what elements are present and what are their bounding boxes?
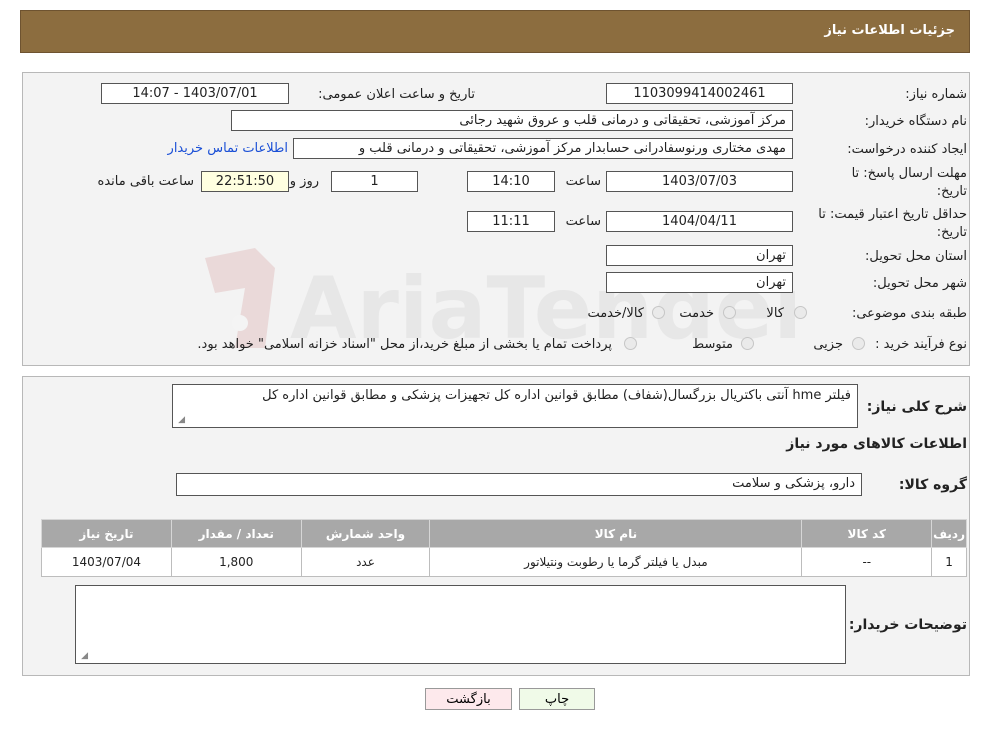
category-option-service: خدمت [679, 306, 714, 321]
price-validity-time-label: ساعت [565, 214, 601, 229]
resize-grip-icon[interactable]: ◢ [79, 652, 88, 661]
col-code: کد کالا [801, 519, 933, 548]
summary-label: شرح کلی نیاز: [866, 399, 967, 415]
process-checkbox-treasury[interactable] [624, 337, 637, 350]
cell-need-date: 1403/07/04 [41, 547, 172, 577]
buyer-org-label: نام دستگاه خریدار: [864, 114, 967, 129]
goods-group-field: دارو، پزشکی و سلامت [176, 473, 862, 496]
col-need-date: تاریخ نیاز [41, 519, 172, 548]
category-option-goods-service: کالا/خدمت [587, 306, 644, 321]
delivery-city-field: تهران [606, 272, 793, 293]
back-button[interactable]: بازگشت [425, 688, 512, 710]
goods-info-title: اطلاعات کالاهای مورد نیاز [786, 436, 967, 452]
delivery-province-label: استان محل تحویل: [865, 249, 967, 264]
subject-category-label: طبقه بندی موضوعی: [851, 306, 967, 321]
page-header: جزئیات اطلاعات نیاز [20, 10, 970, 53]
goods-table: ردیف کد کالا نام کالا واحد شمارش تعداد /… [41, 519, 967, 577]
buyer-notes-textarea: ◢ [75, 585, 846, 664]
treasury-note: پرداخت تمام یا بخشی از مبلغ خرید،از محل … [197, 337, 612, 352]
summary-textarea: فیلتر hme آنتی باکتریال بزرگسال(شفاف) مط… [172, 384, 858, 428]
need-number-field: 1103099414002461 [606, 83, 793, 104]
days-label: روز و [289, 174, 319, 189]
request-creator-label: ایجاد کننده درخواست: [847, 142, 967, 157]
resize-grip-icon[interactable]: ◢ [176, 416, 185, 425]
deadline-label-date: تاریخ: [936, 184, 967, 199]
price-validity-time-field: 11:11 [467, 211, 555, 232]
page-title: جزئیات اطلاعات نیاز [824, 23, 955, 38]
delivery-city-label: شهر محل تحویل: [872, 276, 967, 291]
process-radio-minor[interactable] [852, 337, 865, 350]
need-number-label: شماره نیاز: [905, 87, 967, 102]
announce-date-field: 1403/07/01 - 14:07 [101, 83, 289, 104]
process-option-minor: جزیی [813, 337, 843, 352]
price-validity-date-field: 1404/04/11 [606, 211, 793, 232]
category-radio-service[interactable] [723, 306, 736, 319]
days-remaining-field: 1 [331, 171, 418, 192]
deadline-time-field: 14:10 [467, 171, 555, 192]
purchase-process-label: نوع فرآیند خرید : [875, 337, 967, 352]
deadline-time-label: ساعت [565, 174, 601, 189]
cell-unit: عدد [300, 547, 431, 577]
cell-code: -- [801, 547, 933, 577]
announce-date-label: تاریخ و ساعت اعلان عمومی: [318, 87, 475, 102]
price-validity-label: حداقل تاریخ اعتبار قیمت: تا [818, 207, 967, 222]
buyer-notes-label: توضیحات خریدار: [848, 617, 967, 633]
time-remaining-field: 22:51:50 [201, 171, 289, 192]
process-radio-medium[interactable] [741, 337, 754, 350]
col-row: ردیف [931, 519, 967, 548]
col-name: نام کالا [429, 519, 803, 548]
delivery-province-field: تهران [606, 245, 793, 266]
buyer-org-field: مرکز آموزشی، تحقیقاتی و درمانی قلب و عرو… [231, 110, 793, 131]
table-row: 1 -- مبدل یا فیلتر گرما یا رطوبت ونتیلات… [41, 547, 967, 577]
col-unit: واحد شمارش [300, 519, 431, 548]
cell-row: 1 [931, 547, 967, 577]
col-quantity: تعداد / مقدار [170, 519, 302, 548]
category-radio-goods[interactable] [794, 306, 807, 319]
price-validity-label-date: تاریخ: [936, 225, 967, 240]
buyer-contact-link[interactable]: اطلاعات تماس خریدار [168, 141, 288, 156]
summary-text: فیلتر hme آنتی باکتریال بزرگسال(شفاف) مط… [262, 388, 851, 403]
goods-table-header: ردیف کد کالا نام کالا واحد شمارش تعداد /… [41, 519, 967, 548]
category-radio-goods-service[interactable] [652, 306, 665, 319]
goods-group-label: گروه کالا: [898, 477, 967, 493]
process-option-medium: متوسط [692, 337, 733, 352]
request-creator-field: مهدی مختاری ورنوسفادرانی حسابدار مرکز آم… [293, 138, 793, 159]
deadline-label: مهلت ارسال پاسخ: تا [851, 166, 967, 181]
category-option-goods: کالا [766, 306, 784, 321]
cell-quantity: 1,800 [170, 547, 302, 577]
time-remaining-label: ساعت باقی مانده [97, 174, 194, 189]
print-button[interactable]: چاپ [519, 688, 595, 710]
deadline-date-field: 1403/07/03 [606, 171, 793, 192]
cell-name: مبدل یا فیلتر گرما یا رطوبت ونتیلاتور [429, 547, 803, 577]
